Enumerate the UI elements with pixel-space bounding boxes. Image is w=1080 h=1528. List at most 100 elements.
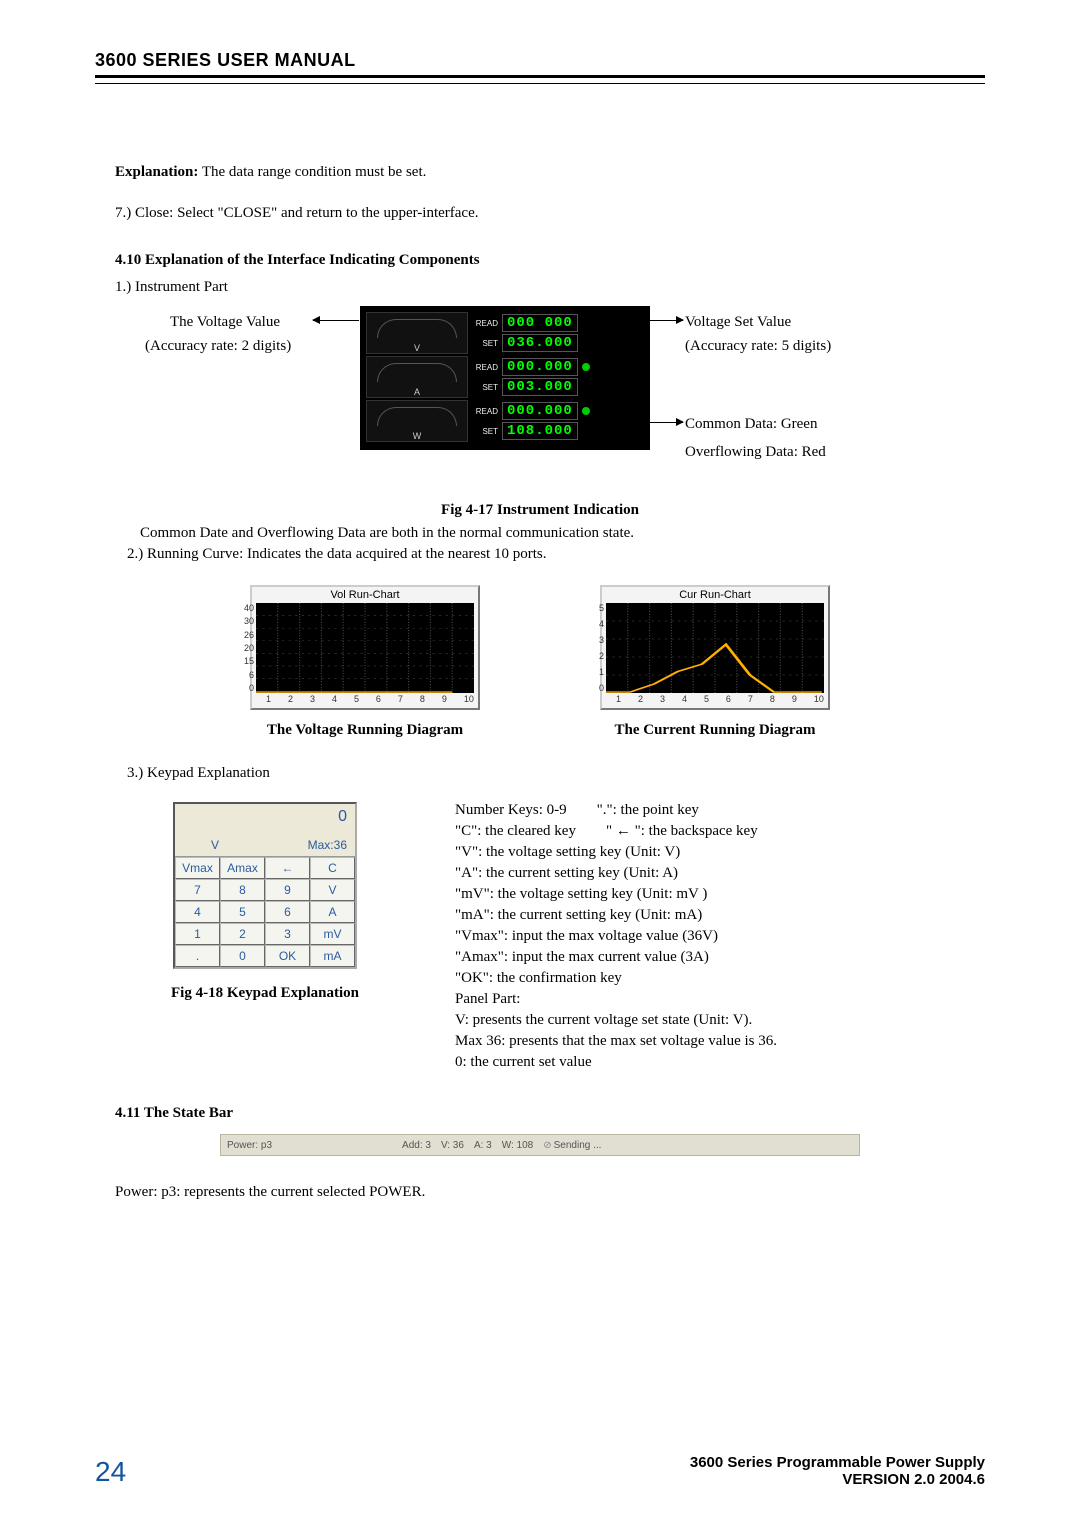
axis-tick: 3 bbox=[310, 694, 315, 704]
keypad-key[interactable]: OK bbox=[265, 945, 310, 967]
axis-tick: 2 bbox=[590, 651, 604, 661]
read-tag: READ bbox=[472, 407, 498, 416]
vol-y-axis: 403026201560 bbox=[240, 603, 254, 693]
axis-tick: 20 bbox=[240, 643, 254, 653]
axis-tick: 3 bbox=[660, 694, 665, 704]
gauge-v: V bbox=[366, 312, 468, 354]
legend-line: "V": the voltage setting key (Unit: V) bbox=[455, 844, 965, 861]
legend-line: "Amax": input the max current value (3A) bbox=[455, 949, 965, 966]
keypad-key[interactable]: 5 bbox=[220, 901, 265, 923]
legend-line: Number Keys: 0-9 ".": the point key bbox=[455, 802, 965, 819]
legend-line: "A": the current setting key (Unit: A) bbox=[455, 865, 965, 882]
sb-w: W: 108 bbox=[502, 1140, 534, 1151]
instrument-figure: The Voltage Value (Accuracy rate: 2 digi… bbox=[115, 306, 965, 496]
fig-4-18-caption: Fig 4-18 Keypad Explanation bbox=[115, 985, 415, 1002]
axis-tick: 9 bbox=[442, 694, 447, 704]
keypad-key[interactable]: 3 bbox=[265, 923, 310, 945]
keypad-key[interactable]: 2 bbox=[220, 923, 265, 945]
cur-caption: The Current Running Diagram bbox=[600, 722, 830, 739]
ann-accuracy-5: (Accuracy rate: 5 digits) bbox=[685, 338, 831, 355]
keypad-display-unit: V bbox=[211, 838, 219, 852]
legend-line: V: presents the current voltage set stat… bbox=[455, 1012, 965, 1029]
axis-tick: 15 bbox=[240, 656, 254, 666]
fig-4-17-caption: Fig 4-17 Instrument Indication bbox=[115, 502, 965, 519]
keypad-display-max: Max:36 bbox=[308, 838, 347, 852]
runcharts-row: Vol Run-Chart 403026201560 bbox=[115, 585, 965, 739]
keypad-key[interactable]: 0 bbox=[220, 945, 265, 967]
legend-line: "mA": the current setting key (Unit: mA) bbox=[455, 907, 965, 924]
ann-green: Common Data: Green bbox=[685, 416, 817, 433]
keypad-legend: Number Keys: 0-9 ".": the point key "C": … bbox=[455, 798, 965, 1075]
legend-line: Max 36: presents that the max set voltag… bbox=[455, 1033, 965, 1050]
legend-line: 0: the current set value bbox=[455, 1054, 965, 1071]
instrument-panel: V READ000 000 SET036.000 A READ000.000 S… bbox=[360, 306, 650, 450]
vol-chart-title: Vol Run-Chart bbox=[256, 589, 474, 601]
section-4-10-title: 4.10 Explanation of the Interface Indica… bbox=[115, 252, 965, 269]
item-2-running-curve: 2.) Running Curve: Indicates the data ac… bbox=[127, 546, 965, 563]
gauge-v-label: V bbox=[367, 343, 467, 353]
keypad-key[interactable]: 1 bbox=[175, 923, 220, 945]
gauge-w: W bbox=[366, 400, 468, 442]
axis-tick: 40 bbox=[240, 603, 254, 613]
keypad-key[interactable]: A bbox=[310, 901, 355, 923]
axis-tick: 4 bbox=[332, 694, 337, 704]
keypad-key[interactable]: 7 bbox=[175, 879, 220, 901]
post-note-1: Common Date and Overflowing Data are bot… bbox=[140, 525, 965, 542]
keypad-key[interactable]: C bbox=[310, 857, 355, 879]
gauge-w-label: W bbox=[367, 431, 467, 441]
explanation-line: Explanation: The data range condition mu… bbox=[115, 164, 965, 181]
axis-tick: 1 bbox=[266, 694, 271, 704]
sb-add: Add: 3 bbox=[402, 1140, 431, 1151]
axis-tick: 5 bbox=[590, 603, 604, 613]
keypad-key[interactable]: mV bbox=[310, 923, 355, 945]
axis-tick: 1 bbox=[590, 667, 604, 677]
keypad-key[interactable]: 4 bbox=[175, 901, 220, 923]
page-number: 24 bbox=[95, 1456, 126, 1488]
keypad-key[interactable]: Vmax bbox=[175, 857, 220, 879]
ann-red: Overflowing Data: Red bbox=[685, 444, 826, 461]
set-tag: SET bbox=[472, 339, 498, 348]
legend-line: Panel Part: bbox=[455, 991, 965, 1008]
keypad-grid: VmaxAmax←C 789V 456A 123mV.0OKmA bbox=[175, 856, 355, 967]
item-3-keypad: 3.) Keypad Explanation bbox=[127, 765, 965, 782]
keypad-key[interactable]: . bbox=[175, 945, 220, 967]
axis-tick: 0 bbox=[240, 683, 254, 693]
keypad-key[interactable]: 6 bbox=[265, 901, 310, 923]
axis-tick: 10 bbox=[814, 694, 824, 704]
keypad-key[interactable]: Amax bbox=[220, 857, 265, 879]
vol-chart-svg bbox=[256, 603, 474, 693]
set-tag: SET bbox=[472, 427, 498, 436]
axis-tick: 3 bbox=[590, 635, 604, 645]
lcd-read-v: 000 000 bbox=[502, 314, 578, 332]
header-rule bbox=[95, 75, 985, 84]
read-tag: READ bbox=[472, 363, 498, 372]
axis-tick: 26 bbox=[240, 630, 254, 640]
keypad-key[interactable]: V bbox=[310, 879, 355, 901]
step-7: 7.) Close: Select "CLOSE" and return to … bbox=[115, 205, 965, 222]
keypad-key[interactable]: mA bbox=[310, 945, 355, 967]
keypad-display-value: 0 bbox=[338, 808, 347, 826]
sb-v: V: 36 bbox=[441, 1140, 464, 1151]
vol-x-axis: 12345678910 bbox=[256, 693, 474, 704]
ann-voltage-value: The Voltage Value bbox=[170, 314, 280, 331]
explanation-text: The data range condition must be set. bbox=[198, 164, 426, 180]
lcd-set-w: 108.000 bbox=[502, 422, 578, 440]
sb-power: Power: p3 bbox=[227, 1140, 272, 1151]
read-tag: READ bbox=[472, 319, 498, 328]
cur-plot-area bbox=[606, 603, 824, 693]
keypad-key[interactable]: ← bbox=[265, 857, 310, 879]
section-4-11-title: 4.11 The State Bar bbox=[115, 1105, 965, 1122]
keypad-key[interactable]: 9 bbox=[265, 879, 310, 901]
page-footer: 24 3600 Series Programmable Power Supply… bbox=[95, 1454, 985, 1488]
state-bar: Power: p3 Add: 3 V: 36 A: 3 W: 108 Sendi… bbox=[220, 1134, 860, 1156]
set-tag: SET bbox=[472, 383, 498, 392]
axis-tick: 7 bbox=[398, 694, 403, 704]
cur-chart-svg bbox=[606, 603, 824, 693]
legend-line: "C": the cleared key " ← ": the backspac… bbox=[455, 823, 965, 840]
keypad-key[interactable]: 8 bbox=[220, 879, 265, 901]
lcd-read-a: 000.000 bbox=[502, 358, 578, 376]
keypad-panel: 0 V Max:36 VmaxAmax←C789V456A123mV.0OKmA bbox=[173, 802, 357, 969]
axis-tick: 30 bbox=[240, 616, 254, 626]
axis-tick: 4 bbox=[682, 694, 687, 704]
vol-caption: The Voltage Running Diagram bbox=[250, 722, 480, 739]
